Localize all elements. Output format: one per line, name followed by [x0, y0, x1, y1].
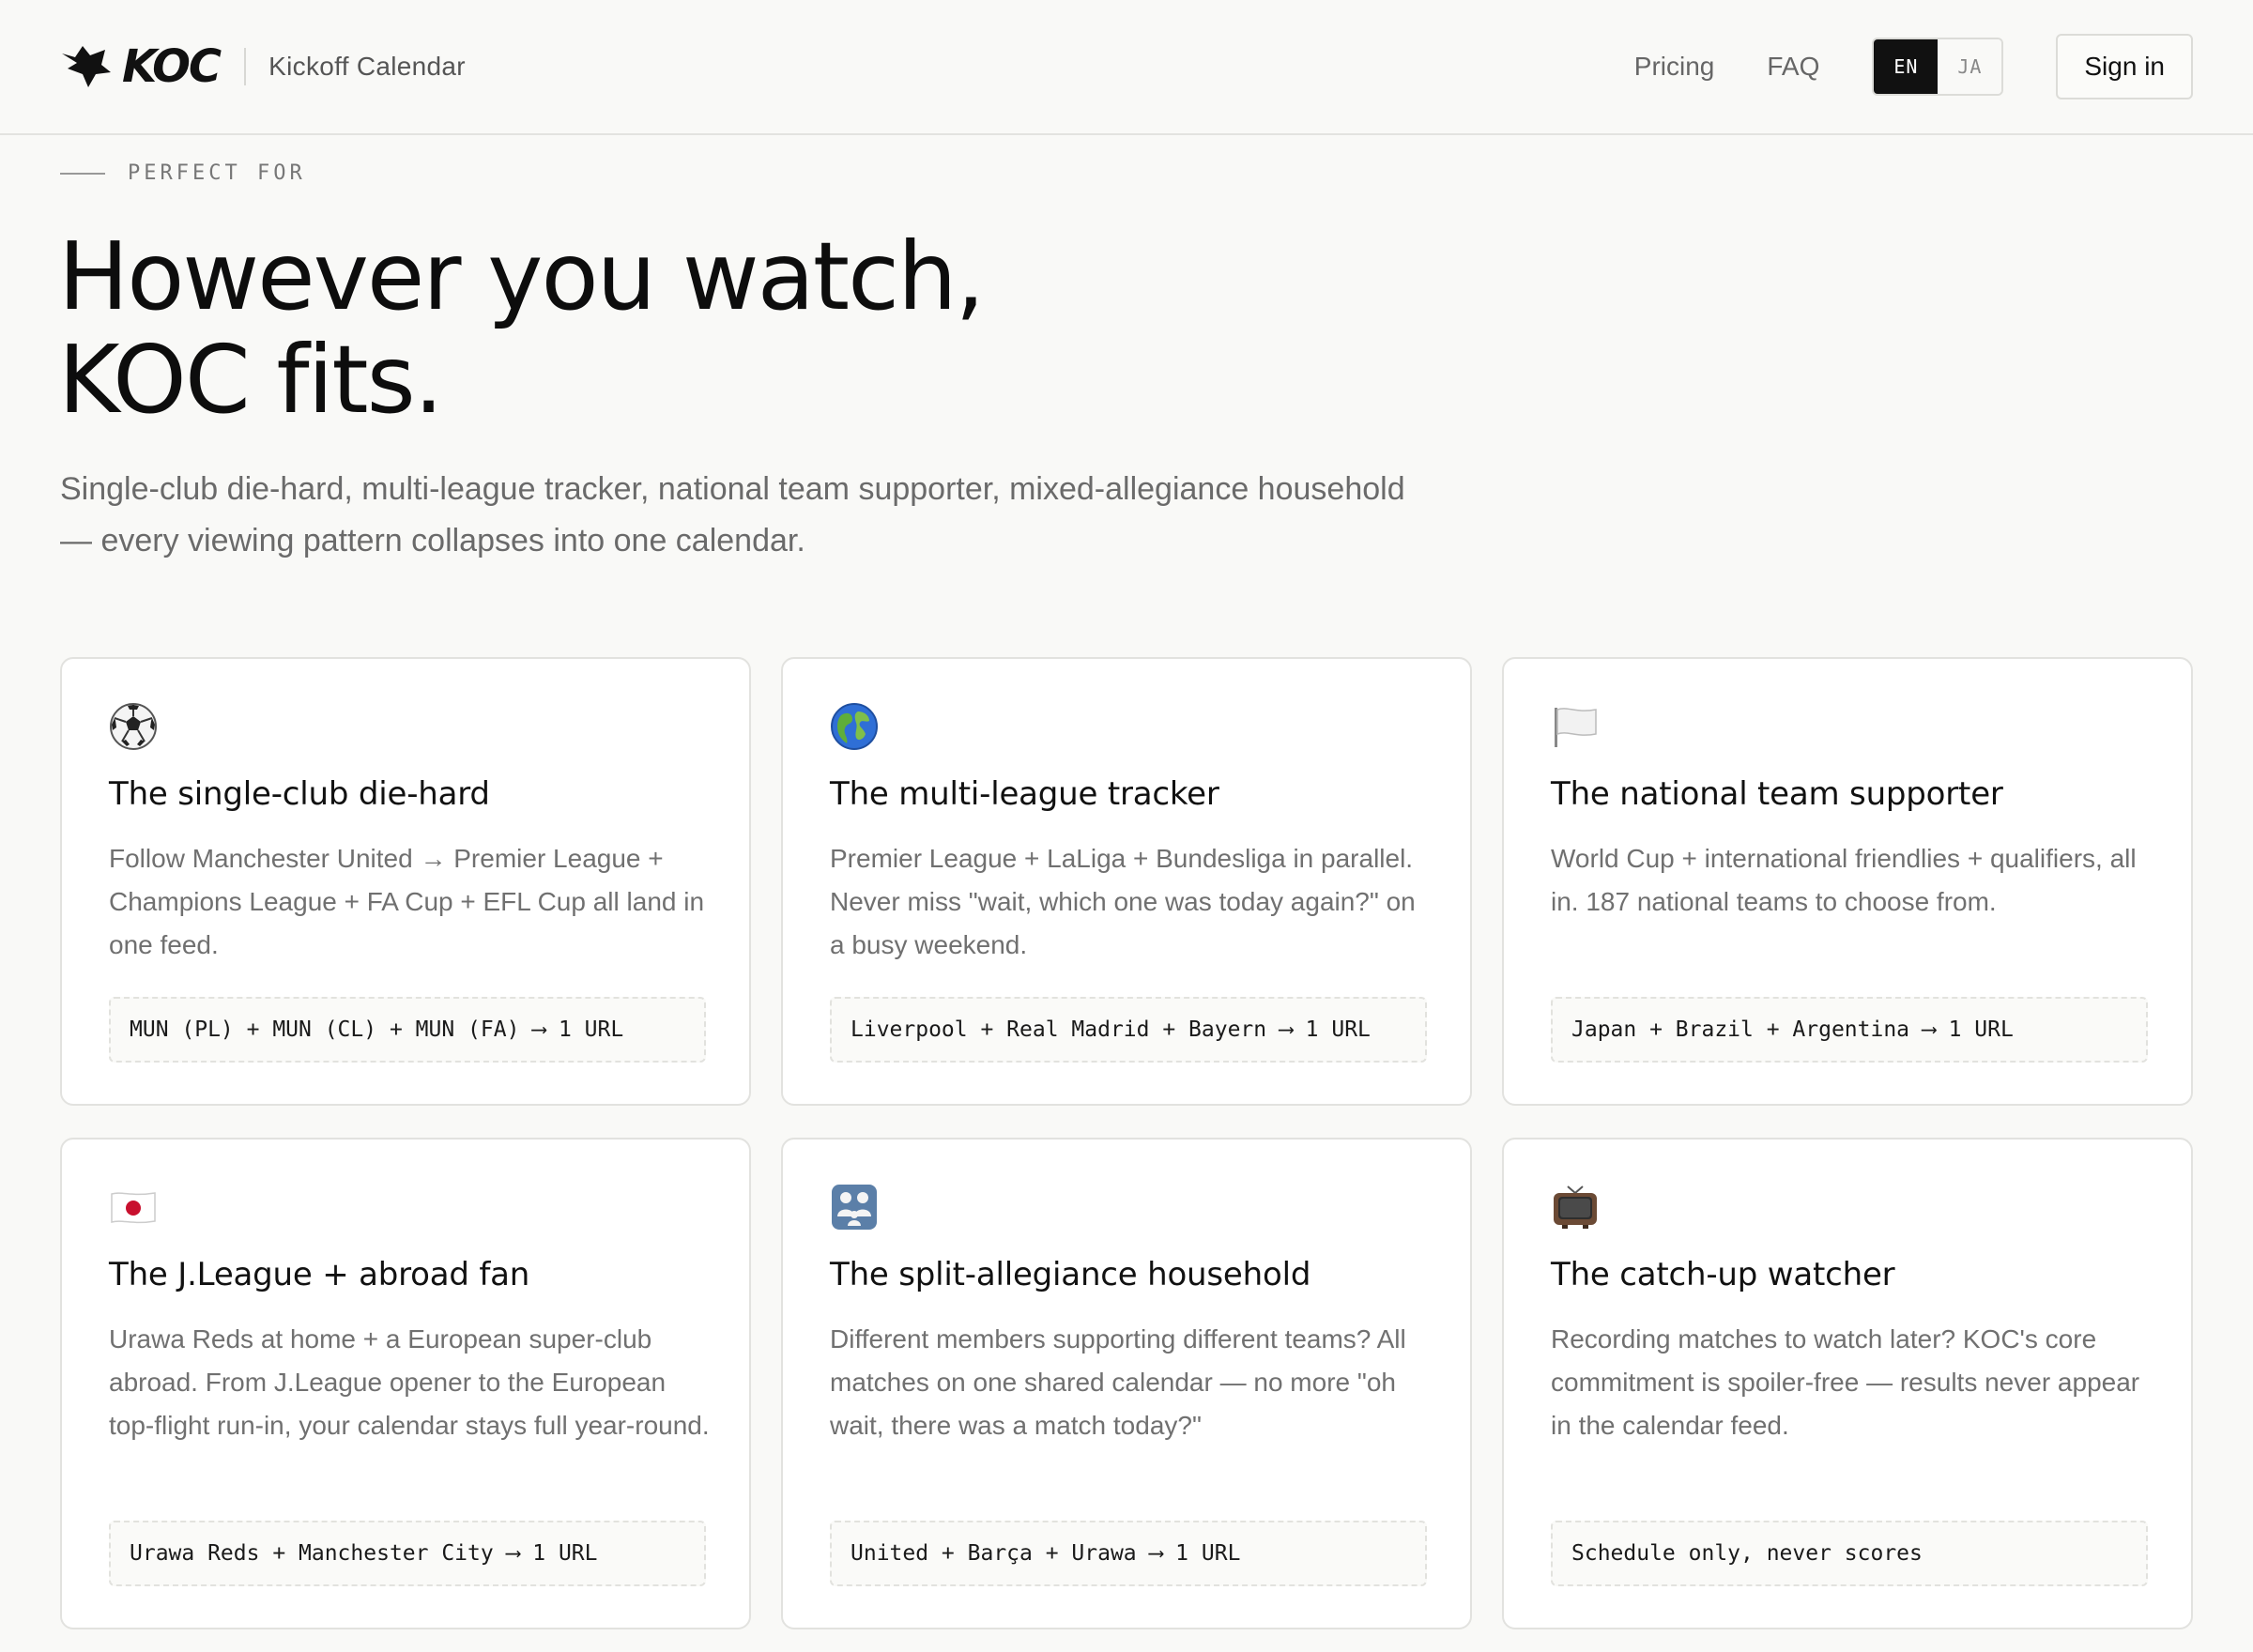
eyebrow-line: [60, 172, 105, 175]
site-header: KOC Kickoff Calendar Pricing FAQ EN JA S…: [0, 0, 2253, 135]
title-line-1: However you watch,: [58, 222, 985, 331]
lang-en-button[interactable]: EN: [1874, 39, 1939, 94]
television-icon: [1551, 1183, 1600, 1231]
card-example-code: MUN (PL) + MUN (CL) + MUN (FA) ⟶ 1 URL: [109, 997, 706, 1063]
card-description: Recording matches to watch later? KOC's …: [1551, 1324, 2140, 1440]
soccer-ball-icon: [109, 702, 158, 751]
page-subtitle: Single-club die-hard, multi-league track…: [60, 471, 1405, 558]
nav-link-faq[interactable]: FAQ: [1767, 52, 1819, 82]
card-example-code: Schedule only, never scores: [1551, 1521, 2148, 1586]
card-example-code: Japan + Brazil + Argentina ⟶ 1 URL: [1551, 997, 2148, 1063]
lang-ja-button[interactable]: JA: [1938, 39, 2002, 94]
sign-in-button[interactable]: Sign in: [2056, 34, 2193, 99]
card-title: The split-allegiance household: [830, 1256, 1311, 1293]
persona-card-single-club: The single-club die-hard Follow Manchest…: [60, 657, 751, 1106]
eyebrow-text: PERFECT FOR: [128, 161, 306, 185]
logo-text: KOC: [122, 40, 222, 93]
card-title: The catch-up watcher: [1551, 1256, 1895, 1293]
card-title: The multi-league tracker: [830, 775, 1219, 813]
brand[interactable]: KOC Kickoff Calendar: [60, 0, 466, 133]
white-flag-icon: [1551, 702, 1600, 751]
card-description: Premier League + LaLiga + Bundesliga in …: [830, 844, 1416, 959]
card-description: Different members supporting different t…: [830, 1324, 1406, 1440]
persona-card-multi-league: The multi-league tracker Premier League …: [781, 657, 1472, 1106]
persona-card-catch-up: The catch-up watcher Recording matches t…: [1502, 1138, 2193, 1629]
globe-icon: [830, 702, 879, 751]
title-line-2: KOC fits.: [58, 325, 444, 435]
persona-grid: The single-club die-hard Follow Manchest…: [60, 657, 2193, 1629]
card-description: Follow Manchester United → Premier Leagu…: [109, 844, 705, 959]
section-eyebrow: PERFECT FOR: [60, 161, 306, 185]
card-example-code: Liverpool + Real Madrid + Bayern ⟶ 1 URL: [830, 997, 1427, 1063]
card-example-code: Urawa Reds + Manchester City ⟶ 1 URL: [109, 1521, 706, 1586]
top-nav: Pricing FAQ EN JA Sign in: [1634, 0, 2193, 133]
brand-divider: [244, 48, 247, 85]
persona-card-jleague-abroad: The J.League + abroad fan Urawa Reds at …: [60, 1138, 751, 1629]
card-description: World Cup + international friendlies + q…: [1551, 844, 2137, 916]
card-example-code: United + Barça + Urawa ⟶ 1 URL: [830, 1521, 1427, 1586]
persona-card-national-team: The national team supporter World Cup + …: [1502, 657, 2193, 1106]
page-title: However you watch, KOC fits.: [58, 225, 1279, 432]
family-icon: [830, 1183, 879, 1231]
japan-flag-icon: [109, 1183, 158, 1231]
nav-link-pricing[interactable]: Pricing: [1634, 52, 1715, 82]
card-title: The national team supporter: [1551, 775, 2003, 813]
card-description: Urawa Reds at home + a European super-cl…: [109, 1324, 710, 1440]
language-switcher: EN JA: [1872, 38, 2004, 96]
koc-logo-icon: [62, 46, 111, 87]
card-title: The single-club die-hard: [109, 775, 490, 813]
persona-card-split-household: The split-allegiance household Different…: [781, 1138, 1472, 1629]
brand-subtitle: Kickoff Calendar: [268, 52, 466, 81]
card-title: The J.League + abroad fan: [109, 1256, 530, 1293]
